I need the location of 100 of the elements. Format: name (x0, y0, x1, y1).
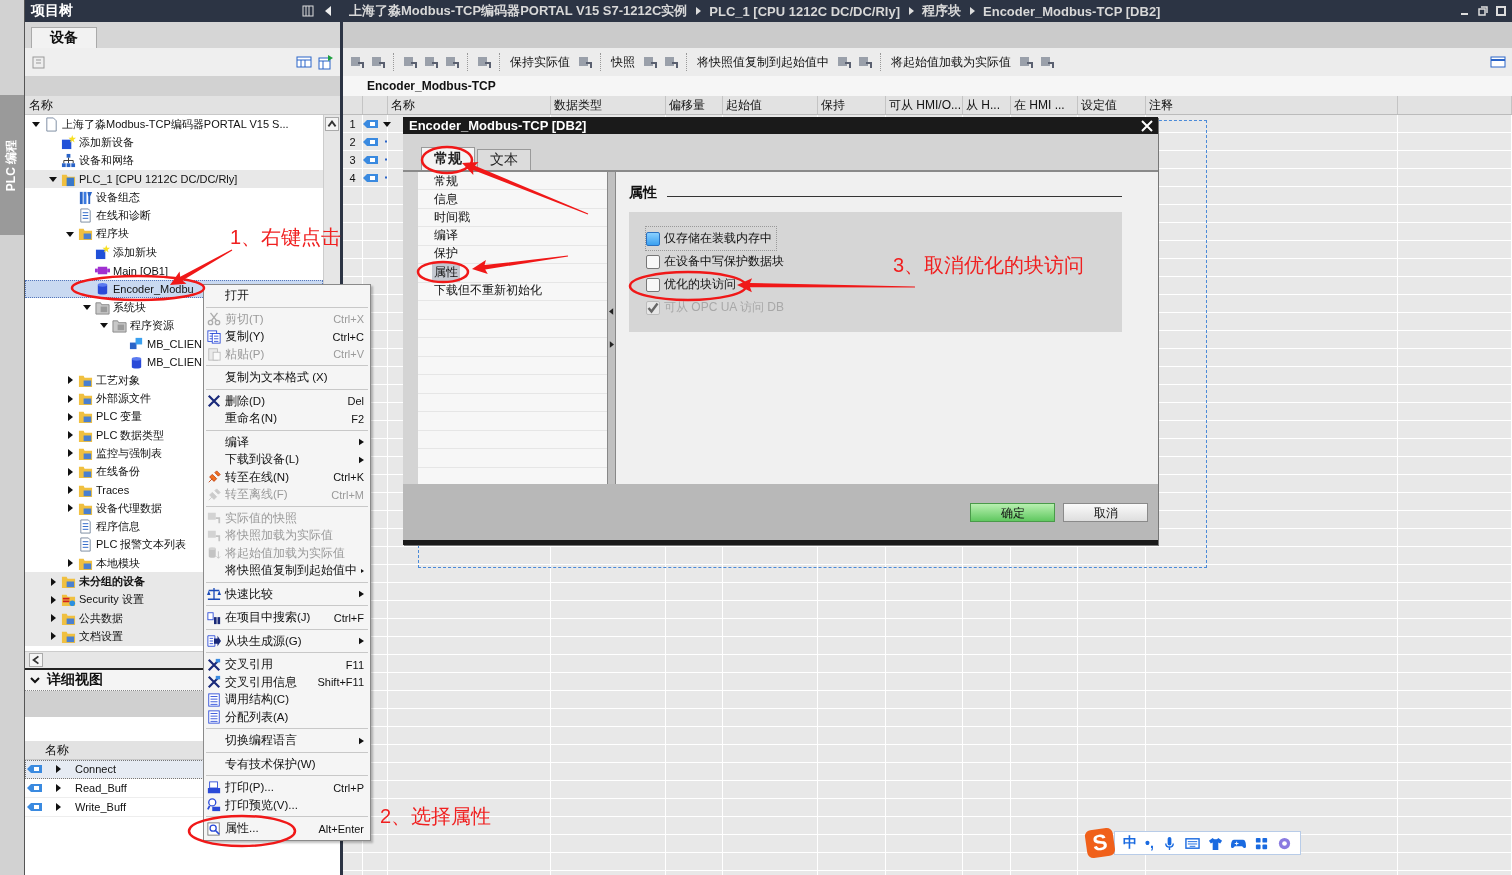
tree-item[interactable]: 监控与强制表 (25, 444, 162, 463)
tree-item[interactable]: Traces (25, 480, 130, 500)
layout-icon[interactable] (302, 5, 314, 17)
checkbox[interactable] (646, 254, 660, 269)
panel-tab[interactable]: 设备 (31, 27, 97, 48)
toolbar-icon[interactable] (444, 54, 460, 70)
grid-icon[interactable] (1253, 835, 1269, 851)
expand-arrow-icon[interactable] (48, 594, 58, 605)
tree-item[interactable]: 设备组态 (25, 188, 140, 207)
tree-item[interactable]: 设备代理数据 (25, 499, 162, 518)
ok-button[interactable]: 确定 (970, 502, 1055, 522)
restore-icon[interactable] (1478, 6, 1488, 16)
tree-item[interactable]: 外部源文件 (25, 389, 151, 408)
tree-item[interactable]: 工艺对象 (25, 371, 140, 390)
column-header[interactable]: 可从 HMI/O... (886, 96, 963, 114)
tree-item[interactable]: 程序资源 (25, 316, 174, 335)
navigation-item[interactable]: 下载但不重新初始化 (432, 280, 544, 300)
navigation-item[interactable]: 保护 (432, 244, 460, 264)
column-header[interactable]: 设定值 (1078, 96, 1146, 114)
breadcrumb-item[interactable]: Encoder_Modbus-TCP [DB2] (983, 3, 1161, 19)
tree-item[interactable]: PLC 变量 (25, 407, 143, 427)
column-header[interactable]: 名称 (29, 96, 53, 114)
column-header[interactable]: 偏移量 (666, 96, 723, 114)
toolbar-icon[interactable] (370, 54, 386, 70)
tree-item[interactable]: 添加新块 (25, 243, 157, 262)
toolbar-icon[interactable] (1018, 54, 1034, 70)
menu-item[interactable]: 重命名(N) F2 (204, 410, 370, 428)
menu-item[interactable]: 下载到设备(L) (204, 451, 370, 469)
expand-arrow-icon[interactable] (48, 576, 58, 587)
expand-arrow-icon[interactable] (65, 558, 75, 569)
column-header[interactable]: 在 HMI ... (1011, 96, 1078, 114)
toolbar-icon[interactable] (663, 54, 679, 70)
navigation-item[interactable]: 编译 (432, 226, 460, 246)
toolbar-icon[interactable] (349, 54, 365, 70)
punctuation-toggle[interactable]: •, (1145, 835, 1154, 851)
tree-item[interactable]: MB_CLIEN (25, 334, 203, 353)
menu-item[interactable]: 属性... Alt+Enter (204, 820, 370, 838)
tree-item[interactable]: PLC 数据类型 (25, 426, 165, 445)
table-icon[interactable] (296, 54, 312, 70)
cancel-button[interactable]: 取消 (1063, 502, 1148, 522)
keyboard-icon[interactable] (1184, 835, 1200, 851)
toolbar-button[interactable]: 将快照值复制到起始值中 (695, 53, 831, 71)
column-header[interactable]: 名称 (45, 741, 69, 759)
tree-item[interactable]: 上海了淼Modbus-TCP编码器PORTAL V15 S... (25, 115, 289, 134)
breadcrumb-item[interactable]: 上海了淼Modbus-TCP编码器PORTAL V15 S7-1212C实例 (349, 2, 688, 20)
toolbar-button[interactable]: 保持实际值 (508, 53, 572, 71)
tree-item[interactable]: MB_CLIEN (25, 352, 203, 372)
checkbox[interactable] (646, 231, 660, 246)
expand-arrow-icon[interactable] (65, 375, 75, 386)
tree-item[interactable]: 添加新设备 (25, 133, 134, 152)
menu-item[interactable]: 专有技术保护(W) (204, 755, 370, 773)
input-mode-toggle[interactable]: 中 (1123, 834, 1137, 852)
checkbox-option[interactable]: 仅存储在装载内存中 (646, 227, 776, 250)
checkbox-option[interactable]: 优化的块访问 (646, 273, 740, 296)
column-header[interactable]: 名称 (388, 96, 551, 114)
menu-item[interactable]: 切换编程语言 (204, 732, 370, 750)
toolbar-button[interactable]: 快照 (609, 53, 637, 71)
tree-item[interactable]: 本地模块 (25, 554, 140, 573)
tree-item[interactable]: 程序块 (25, 224, 129, 244)
shirt-icon[interactable] (1207, 835, 1223, 851)
menu-item[interactable]: 快速比较 (204, 585, 370, 603)
expand-arrow-icon[interactable] (65, 503, 75, 514)
toolbar-icon[interactable] (476, 54, 492, 70)
toolbar-icon[interactable] (423, 54, 439, 70)
menu-item[interactable]: 从块生成源(G) (204, 632, 370, 650)
menu-item[interactable]: 调用结构(C) (204, 691, 370, 709)
toolbar-icon[interactable] (402, 54, 418, 70)
menu-item[interactable]: 复制(Y) Ctrl+C (204, 328, 370, 346)
toolbar-icon[interactable] (577, 54, 593, 70)
breadcrumb-item[interactable]: 程序块 (922, 2, 961, 20)
breadcrumb-item[interactable]: PLC_1 [CPU 1212C DC/DC/Rly] (709, 3, 900, 19)
table-export-icon[interactable] (318, 54, 334, 70)
toolbar-icon[interactable] (1039, 54, 1055, 70)
column-header[interactable]: 从 H... (963, 96, 1011, 114)
navigation-item[interactable]: 信息 (432, 189, 460, 209)
menu-item[interactable]: 在项目中搜索(J) Ctrl+F (204, 609, 370, 627)
tree-item[interactable]: PLC_1 [CPU 1212C DC/DC/Rly] (25, 169, 323, 189)
tree-item[interactable]: PLC 报警文本列表 (25, 535, 187, 555)
menu-item[interactable]: 编译 (204, 433, 370, 451)
close-button[interactable] (1140, 118, 1154, 133)
toolbar-icon[interactable] (857, 54, 873, 70)
toolbar-button[interactable]: 将起始值加载为实际值 (889, 53, 1013, 71)
tree-item[interactable]: 系统块 (25, 297, 146, 317)
menu-item[interactable]: 分配列表(A) (204, 708, 370, 726)
expand-arrow-icon[interactable] (65, 448, 75, 459)
expand-arrow-icon[interactable] (65, 466, 75, 477)
navigation-item[interactable]: 时间戳 (432, 207, 472, 227)
gear-icon[interactable] (1276, 835, 1292, 851)
maximize-icon[interactable] (1496, 6, 1506, 16)
column-header[interactable]: 注释 (1146, 96, 1398, 114)
dialog-tab[interactable]: 文本 (477, 149, 531, 170)
column-header[interactable]: 保持 (818, 96, 886, 114)
tree-item[interactable]: 程序信息 (25, 517, 140, 536)
column-header[interactable]: 起始值 (723, 96, 818, 114)
tree-item[interactable]: 在线和诊断 (25, 206, 151, 225)
toolbar-icon[interactable] (836, 54, 852, 70)
navigation-item[interactable]: 常规 (432, 171, 460, 191)
panel-icon[interactable] (1490, 54, 1506, 70)
expand-arrow-icon[interactable] (48, 613, 58, 624)
menu-item[interactable]: 打印预览(V)... (204, 796, 370, 814)
